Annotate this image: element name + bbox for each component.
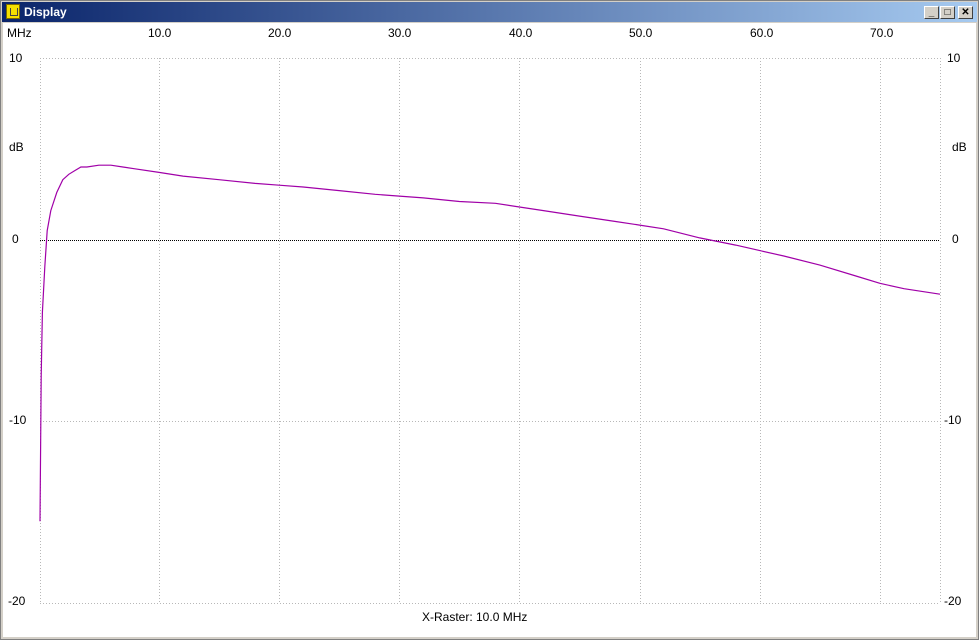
x-tick-label: 30.0 bbox=[388, 26, 412, 40]
title-bar[interactable]: Display _ □ ✕ bbox=[2, 2, 977, 22]
x-tick-label: 50.0 bbox=[629, 26, 653, 40]
y-tick-label-right: -20 bbox=[944, 594, 962, 608]
x-tick-label: 70.0 bbox=[870, 26, 894, 40]
minimize-button[interactable]: _ bbox=[924, 6, 939, 19]
response-trace bbox=[39, 164, 941, 522]
x-raster-label: X-Raster: 10.0 MHz bbox=[422, 610, 528, 624]
y-tick-label-right: 10 bbox=[947, 51, 961, 65]
y-tick-label-left: -10 bbox=[9, 413, 27, 427]
frequency-response-plot bbox=[39, 58, 941, 604]
y-tick-label-right: -10 bbox=[944, 413, 962, 427]
y-unit-label-right: dB bbox=[952, 140, 967, 154]
y-tick-label-left: -20 bbox=[8, 594, 26, 608]
display-window: Display _ □ ✕ MHz 10.0 20.0 30.0 40.0 50… bbox=[0, 0, 979, 640]
x-tick-label: 40.0 bbox=[509, 26, 533, 40]
close-button[interactable]: ✕ bbox=[958, 6, 973, 19]
x-tick-label: 10.0 bbox=[148, 26, 172, 40]
x-unit-label: MHz bbox=[7, 26, 32, 40]
app-icon[interactable] bbox=[6, 4, 20, 19]
y-tick-label-right: 0 bbox=[952, 232, 959, 246]
window-title: Display bbox=[24, 5, 67, 19]
x-tick-label: 60.0 bbox=[750, 26, 774, 40]
x-tick-label: 20.0 bbox=[268, 26, 292, 40]
y-unit-label-left: dB bbox=[9, 140, 24, 154]
plot-area: MHz 10.0 20.0 30.0 40.0 50.0 60.0 70.0 1… bbox=[3, 23, 976, 637]
y-tick-label-left: 10 bbox=[9, 51, 23, 65]
y-tick-label-left: 0 bbox=[12, 232, 19, 246]
maximize-button[interactable]: □ bbox=[940, 6, 955, 19]
